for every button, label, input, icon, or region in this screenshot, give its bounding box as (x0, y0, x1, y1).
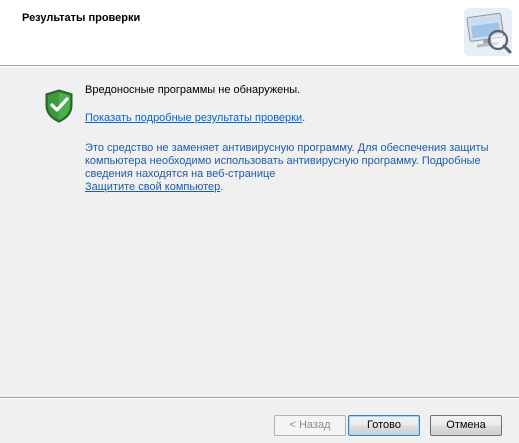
shield-check-icon (44, 89, 74, 123)
status-message: Вредоносные программы не обнаружены. (85, 84, 301, 96)
protect-computer-link[interactable]: Защитите свой компьютер (85, 181, 220, 193)
details-link[interactable]: Показать подробные результаты проверки (85, 112, 302, 124)
details-suffix: . (302, 112, 306, 124)
info-text: Это средство не заменяет антивирусную пр… (85, 142, 505, 194)
dialog-footer: < Назад Готово Отмена (0, 397, 519, 443)
info-text-body: Это средство не заменяет антивирусную пр… (85, 142, 489, 180)
info-suffix: . (220, 181, 224, 193)
main-panel: Вредоносные программы не обнаружены. Пок… (0, 67, 519, 397)
footer-divider (0, 398, 519, 399)
computer-scan-icon (462, 6, 514, 58)
done-button[interactable]: Готово (348, 415, 420, 436)
cancel-button[interactable]: Отмена (430, 415, 502, 436)
dialog-header: Результаты проверки (0, 0, 519, 66)
back-button[interactable]: < Назад (274, 415, 346, 436)
page-title: Результаты проверки (22, 12, 141, 24)
details-line: Показать подробные результаты проверки. (85, 112, 305, 124)
